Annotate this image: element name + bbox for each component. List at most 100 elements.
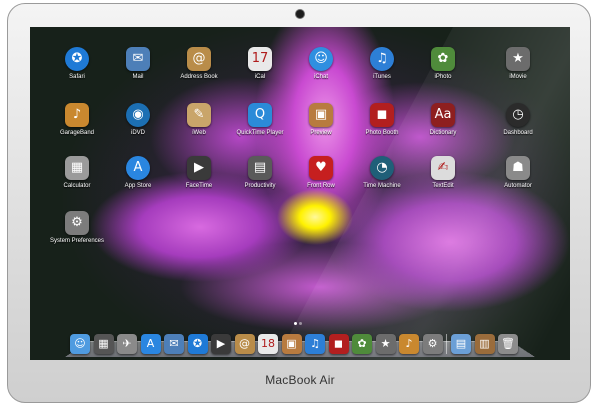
dock-preview-icon[interactable]: ▣	[281, 334, 302, 354]
dock-addressbook-icon[interactable]: @	[234, 334, 255, 354]
dock: ☺ ▦ ✈ A ✉ ✪ ▶ @18 ▣ ♫ ◼ ✿ ★ ♪ ⚙ ▤ ▥ 🗑	[70, 334, 522, 360]
dock-photobooth-icon[interactable]: ◼	[328, 334, 349, 354]
dvd-icon: ◉	[126, 103, 150, 127]
dock-safari-icon[interactable]: ✪	[187, 334, 208, 354]
app-address-book[interactable]: @ Address Book	[167, 47, 231, 81]
dictionary-icon: Aa	[431, 103, 455, 127]
app-preview[interactable]: ▣ Preview	[289, 103, 353, 137]
app-facetime[interactable]: ▶ FaceTime	[167, 156, 231, 190]
dock-imovie-icon[interactable]: ★	[375, 334, 396, 354]
photobooth-icon: ◼	[370, 103, 394, 127]
app-label: Photo Booth	[365, 130, 399, 136]
app-app-store[interactable]: A App Store	[106, 156, 170, 190]
app-label: Address Book	[180, 74, 218, 80]
chair-icon: ♥	[309, 156, 333, 180]
app-label: iTunes	[373, 74, 391, 80]
page-dot-2[interactable]	[299, 322, 302, 325]
folder-icon: ▤	[248, 156, 272, 180]
app-iweb[interactable]: ✎ iWeb	[167, 103, 231, 137]
dock-applications-folder-icon[interactable]: ▤	[451, 334, 471, 354]
app-itunes[interactable]: ♫ iTunes	[350, 47, 414, 81]
star-icon: ★	[506, 47, 530, 71]
dock-launchpad-icon[interactable]: ✈	[117, 334, 137, 354]
app-textedit[interactable]: ✍ TextEdit	[411, 156, 475, 190]
calendar-icon: 17	[248, 47, 272, 71]
app-label: System Preferences	[49, 238, 105, 244]
app-label: Mail	[132, 74, 144, 80]
app-label: Front Row	[307, 183, 335, 189]
app-label: TextEdit	[432, 183, 454, 189]
gear-icon: ⚙	[65, 211, 89, 235]
app-label: Preview	[310, 130, 332, 136]
page-indicator[interactable]	[293, 312, 303, 330]
appstore-icon: A	[126, 156, 150, 180]
app-mail[interactable]: ✉ Mail	[106, 47, 170, 81]
app-calculator[interactable]: ▦ Calculator	[45, 156, 109, 190]
textedit-icon: ✍	[431, 156, 455, 180]
dock-iphoto-icon[interactable]: ✿	[352, 334, 372, 354]
app-system-preferences[interactable]: ⚙ System Preferences	[45, 211, 109, 245]
app-ical[interactable]: 17 iCal	[228, 47, 292, 81]
chat-icon: ☺	[309, 47, 333, 71]
app-label: iCal	[254, 74, 266, 80]
app-label: Safari	[69, 74, 85, 80]
app-label: QuickTime Player	[236, 130, 284, 136]
dock-mail-icon[interactable]: ✉	[164, 334, 184, 354]
macbook-frame: ✪ Safari ✉ Mail @ Address Book 17 iCal ☺ iChat ♫ iT…	[0, 0, 600, 405]
app-label: Productivity	[244, 183, 276, 189]
app-ichat[interactable]: ☺ iChat	[289, 47, 353, 81]
dock-documents-stack-icon[interactable]: ▥	[474, 334, 495, 354]
dock-system-preferences-icon[interactable]: ⚙	[422, 334, 443, 354]
video-camera-icon: ▶	[187, 156, 211, 180]
app-label: Time Machine	[363, 183, 401, 189]
app-front-row[interactable]: ♥ Front Row	[289, 156, 353, 190]
photo-icon: ✿	[431, 47, 455, 71]
preview-icon: ▣	[309, 103, 333, 127]
app-iphoto[interactable]: ✿ iPhoto	[411, 47, 475, 81]
app-photo-booth[interactable]: ◼ Photo Booth	[350, 103, 414, 137]
app-label: FaceTime	[185, 183, 213, 189]
music-icon: ♫	[370, 47, 394, 71]
app-label: iDVD	[130, 130, 145, 136]
camera-icon	[296, 10, 304, 18]
app-label: Dictionary	[429, 130, 457, 136]
dock-itunes-icon[interactable]: ♫	[305, 334, 325, 354]
app-label: iWeb	[192, 130, 206, 136]
dock-facetime-icon[interactable]: ▶	[211, 334, 231, 354]
dock-separator	[446, 334, 447, 354]
dock-finder-icon[interactable]: ☺	[70, 334, 90, 354]
screen: ✪ Safari ✉ Mail @ Address Book 17 iCal ☺ iChat ♫ iT…	[30, 27, 570, 360]
app-label: iChat	[313, 74, 328, 80]
device-brand: MacBook Air	[265, 373, 335, 387]
app-quicktime-player[interactable]: Q QuickTime Player	[228, 103, 292, 137]
guitar-icon: ♪	[65, 103, 89, 127]
app-label: GarageBand	[59, 130, 95, 136]
app-time-machine[interactable]: ◔ Time Machine	[350, 156, 414, 190]
app-dictionary[interactable]: Aa Dictionary	[411, 103, 475, 137]
clock-icon: ◔	[370, 156, 394, 180]
app-imovie[interactable]: ★ iMovie	[486, 47, 550, 81]
app-label: Dashboard	[503, 130, 533, 136]
app-safari[interactable]: ✪ Safari	[45, 47, 109, 81]
app-label: iMovie	[509, 74, 527, 80]
dock-trash-icon[interactable]: 🗑	[498, 334, 518, 354]
compass-icon: ✪	[65, 47, 89, 71]
web-icon: ✎	[187, 103, 211, 127]
app-label: iPhoto	[434, 74, 452, 80]
app-automator[interactable]: ☗ Automator	[486, 156, 550, 190]
stamp-icon: ✉	[126, 47, 150, 71]
calculator-icon: ▦	[65, 156, 89, 180]
app-label: App Store	[124, 183, 152, 189]
app-garageband[interactable]: ♪ GarageBand	[45, 103, 109, 137]
dock-mission-control-icon[interactable]: ▦	[93, 334, 114, 354]
dock-ical-icon[interactable]: 18	[258, 334, 278, 354]
app-label: Automator	[504, 183, 532, 189]
dock-garageband-icon[interactable]: ♪	[399, 334, 419, 354]
dock-appstore-icon[interactable]: A	[140, 334, 161, 354]
app-productivity[interactable]: ▤ Productivity	[228, 156, 292, 190]
app-idvd[interactable]: ◉ iDVD	[106, 103, 170, 137]
page-dot-1[interactable]	[294, 322, 297, 325]
gauge-icon: ◷	[506, 103, 530, 127]
app-dashboard[interactable]: ◷ Dashboard	[486, 103, 550, 137]
robot-icon: ☗	[506, 156, 530, 180]
